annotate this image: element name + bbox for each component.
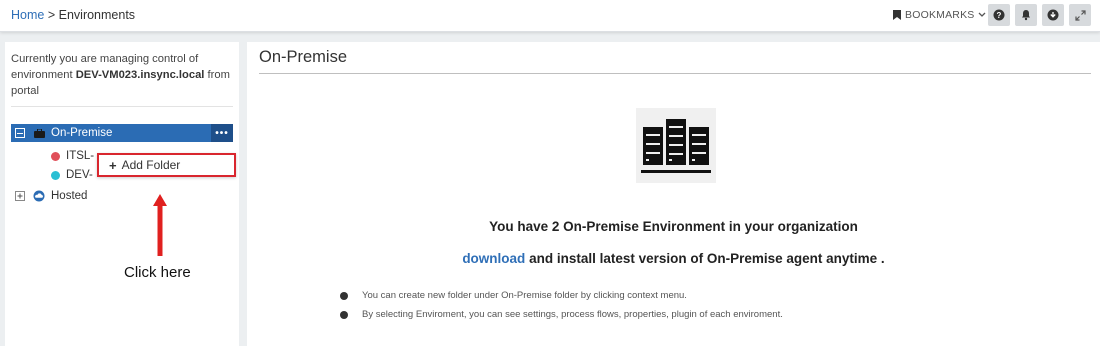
server-illustration	[636, 108, 716, 183]
tree-node-on-premise[interactable]: On-Premise •••	[11, 124, 233, 142]
status-dot-icon	[51, 170, 60, 180]
server-rack-icon	[641, 118, 711, 173]
download-instructions-text: and install latest version of On-Premise…	[529, 251, 885, 266]
help-button[interactable]: ?	[988, 4, 1010, 26]
tree-node-label: DEV-	[66, 169, 93, 181]
download-link[interactable]: download	[462, 251, 525, 266]
bookmarks-dropdown[interactable]: BOOKMARKS	[893, 9, 986, 21]
fullscreen-button[interactable]	[1069, 4, 1091, 26]
click-here-annotation: Click here	[124, 264, 191, 281]
status-dot-icon	[51, 151, 60, 161]
plus-icon: +	[109, 157, 117, 173]
tree-node-hosted[interactable]: Hosted	[15, 188, 87, 204]
briefcase-icon	[34, 128, 45, 138]
breadcrumb-home-link[interactable]: Home	[11, 8, 44, 22]
bullet-icon	[340, 291, 348, 300]
bookmark-icon	[893, 10, 901, 20]
tree-node-env-2[interactable]: DEV-	[51, 167, 93, 183]
tree-node-env-1[interactable]: ITSL-	[51, 148, 94, 164]
top-bar: Home > Environments BOOKMARKS ?	[0, 0, 1100, 32]
tree-node-label: ITSL-	[66, 150, 95, 162]
list-item-text: You can create new folder under On-Premi…	[362, 290, 687, 301]
context-menu-button[interactable]: •••	[211, 124, 233, 142]
breadcrumb: Home > Environments	[11, 8, 135, 22]
info-list: You can create new folder under On-Premi…	[340, 286, 783, 324]
page-title: On-Premise	[259, 48, 348, 66]
cloud-icon	[33, 190, 45, 202]
collapse-toggle-icon[interactable]	[15, 128, 25, 138]
breadcrumb-separator: >	[47, 8, 56, 22]
environment-tree-panel: Currently you are managing control of en…	[5, 42, 239, 346]
arrow-up-icon	[153, 194, 167, 256]
chevron-down-icon	[979, 12, 986, 17]
bullet-icon	[340, 310, 348, 319]
bookmarks-label: BOOKMARKS	[905, 9, 975, 21]
svg-text:?: ?	[997, 11, 1002, 20]
download-button[interactable]	[1042, 4, 1064, 26]
managing-control-text: Currently you are managing control of en…	[11, 51, 233, 99]
divider	[11, 106, 233, 107]
bell-icon	[1022, 10, 1030, 21]
main-panel: On-Premise You have 2 On-Premise Environ…	[247, 42, 1100, 346]
tree-node-label: On-Premise	[51, 127, 113, 139]
notifications-button[interactable]	[1015, 4, 1037, 26]
list-item: You can create new folder under On-Premi…	[340, 286, 783, 305]
add-folder-menu-item[interactable]: + Add Folder	[97, 153, 236, 177]
list-item: By selecting Enviroment, you can see set…	[340, 305, 783, 324]
help-icon: ?	[993, 9, 1005, 21]
environment-name: DEV-VM023.insync.local	[75, 69, 205, 81]
environment-count-text: You have 2 On-Premise Environment in you…	[489, 219, 858, 234]
download-icon	[1047, 9, 1059, 21]
add-folder-label: Add Folder	[121, 158, 181, 172]
breadcrumb-current: Environments	[58, 8, 136, 22]
expand-toggle-icon[interactable]	[15, 191, 25, 201]
download-instructions: download and install latest version of O…	[247, 251, 1100, 266]
list-item-text: By selecting Enviroment, you can see set…	[362, 309, 783, 320]
tree-node-label: Hosted	[51, 190, 88, 202]
divider	[259, 73, 1091, 74]
expand-icon	[1074, 9, 1086, 21]
